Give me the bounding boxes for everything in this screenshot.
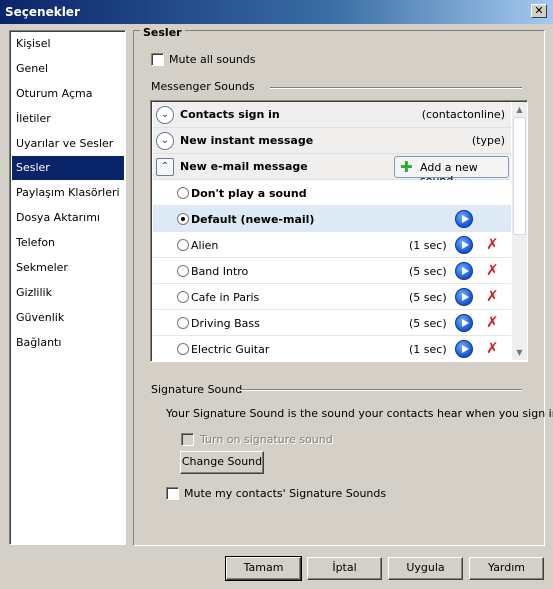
close-icon: ✕ — [534, 4, 544, 17]
nav-item-dosya-aktarimi[interactable]: Dosya Aktarımı — [12, 206, 124, 230]
sounds-scrollbar[interactable]: ▲ ▼ — [512, 102, 527, 360]
sound-duration: (1 sec) — [409, 343, 447, 356]
group-label: New e-mail message — [180, 160, 308, 173]
sound-duration: (5 sec) — [409, 291, 447, 304]
chevron-down-icon[interactable]: ⌄ — [156, 132, 174, 150]
sound-radio[interactable] — [177, 265, 189, 277]
group-current-sound: (contactonline) — [421, 108, 505, 121]
sound-name: Default (newe-mail) — [191, 213, 315, 226]
sound-option-row[interactable]: Alien (1 sec) ✗ — [153, 232, 511, 258]
sound-option-row[interactable]: Cafe in Paris (5 sec) ✗ — [153, 284, 511, 310]
plus-icon: ✚ — [400, 158, 413, 176]
sound-option-row[interactable]: Driving Bass (5 sec) ✗ — [153, 310, 511, 336]
sound-name: Cafe in Paris — [191, 291, 260, 304]
help-button[interactable]: Yardım — [469, 557, 544, 580]
sound-name: Alien — [191, 239, 219, 252]
nav-item-telefon[interactable]: Telefon — [12, 231, 124, 255]
category-list: Kişisel Genel Oturum Açma İletiler Uyarı… — [9, 30, 126, 545]
messenger-sounds-list: ⌄ Contacts sign in (contactonline) ⌄ New… — [150, 100, 528, 362]
sound-option-row[interactable]: Band Intro (5 sec) ✗ — [153, 258, 511, 284]
window-title: Seçenekler — [5, 5, 80, 19]
sound-duration: (5 sec) — [409, 265, 447, 278]
delete-icon[interactable]: ✗ — [486, 236, 502, 252]
sound-radio[interactable] — [177, 317, 189, 329]
play-icon[interactable] — [455, 314, 473, 332]
play-icon[interactable] — [455, 236, 473, 254]
mute-contacts-signature-checkbox[interactable] — [166, 487, 179, 500]
nav-item-kisisel[interactable]: Kişisel — [12, 32, 124, 56]
sound-name: Electric Guitar — [191, 343, 270, 356]
mute-contacts-signature-label[interactable]: Mute my contacts' Signature Sounds — [184, 487, 386, 500]
nav-item-iletiler[interactable]: İletiler — [12, 107, 124, 131]
mute-all-sounds-label[interactable]: Mute all sounds — [169, 53, 256, 66]
group-current-sound: (type) — [471, 134, 505, 147]
sound-option-row[interactable]: Don't play a sound — [153, 180, 511, 206]
group-label: Contacts sign in — [180, 108, 280, 121]
scroll-up-arrow-icon[interactable]: ▲ — [512, 102, 527, 117]
group-new-instant-message[interactable]: ⌄ New instant message (type) — [153, 128, 511, 154]
nav-item-sesler[interactable]: Sesler — [12, 156, 124, 180]
messenger-sounds-divider — [270, 87, 522, 89]
group-label: New instant message — [180, 134, 314, 147]
sound-radio[interactable] — [177, 343, 189, 355]
nav-item-sekmeler[interactable]: Sekmeler — [12, 256, 124, 280]
options-window: Seçenekler ✕ Kişisel Genel Oturum Açma İ… — [0, 0, 553, 589]
delete-icon[interactable]: ✗ — [486, 288, 502, 304]
ok-button[interactable]: Tamam — [225, 556, 302, 581]
chevron-up-icon[interactable]: ⌃ — [156, 158, 174, 176]
delete-icon[interactable]: ✗ — [486, 314, 502, 330]
signature-description: Your Signature Sound is the sound your c… — [166, 407, 553, 420]
sound-duration: (5 sec) — [409, 317, 447, 330]
group-new-email-message[interactable]: ⌃ New e-mail message ✚ Add a new sound — [153, 154, 511, 187]
play-icon[interactable] — [455, 340, 473, 358]
nav-item-genel[interactable]: Genel — [12, 57, 124, 81]
sound-name: Don't play a sound — [191, 187, 307, 200]
group-contacts-sign-in[interactable]: ⌄ Contacts sign in (contactonline) — [153, 102, 511, 128]
sound-name: Driving Bass — [191, 317, 260, 330]
nav-item-baglanti[interactable]: Bağlantı — [12, 331, 124, 355]
apply-button[interactable]: Uygula — [388, 557, 463, 580]
turn-on-signature-label: Turn on signature sound — [200, 433, 333, 446]
change-sound-button[interactable]: Change Sound — [180, 451, 264, 474]
nav-item-gizlilik[interactable]: Gizlilik — [12, 281, 124, 305]
cancel-button[interactable]: İptal — [307, 557, 382, 580]
nav-item-oturum-acma[interactable]: Oturum Açma — [12, 82, 124, 106]
play-icon[interactable] — [455, 262, 473, 280]
scroll-down-arrow-icon[interactable]: ▼ — [512, 345, 527, 360]
mute-all-sounds-checkbox[interactable] — [151, 53, 164, 66]
add-new-sound-button[interactable]: ✚ Add a new sound — [394, 156, 509, 187]
nav-item-guvenlik[interactable]: Güvenlik — [12, 306, 124, 330]
sound-duration: (1 sec) — [409, 239, 447, 252]
sound-radio[interactable] — [177, 291, 189, 303]
signature-sound-divider — [240, 389, 522, 391]
sound-radio[interactable] — [177, 187, 189, 199]
play-icon[interactable] — [455, 288, 473, 306]
sound-radio[interactable] — [177, 239, 189, 251]
play-icon[interactable] — [455, 210, 473, 228]
sound-option-row[interactable]: Default (newe-mail) — [153, 206, 511, 232]
nav-item-uyarilar-ve-sesler[interactable]: Uyarılar ve Sesler — [12, 132, 124, 156]
sound-name: Band Intro — [191, 265, 249, 278]
scroll-thumb[interactable] — [513, 117, 526, 235]
delete-icon[interactable]: ✗ — [486, 262, 502, 278]
sound-option-row[interactable]: Electric Guitar (1 sec) ✗ — [153, 336, 511, 361]
chevron-down-icon[interactable]: ⌄ — [156, 106, 174, 124]
messenger-sounds-label: Messenger Sounds — [151, 80, 255, 93]
title-bar[interactable]: Seçenekler ✕ — [0, 0, 553, 24]
nav-item-paylasim-klasorleri[interactable]: Paylaşım Klasörleri — [12, 181, 124, 205]
close-button[interactable]: ✕ — [531, 4, 547, 18]
turn-on-signature-checkbox[interactable] — [181, 433, 194, 446]
section-title: Sesler — [140, 26, 185, 39]
sound-radio[interactable] — [177, 213, 189, 225]
delete-icon[interactable]: ✗ — [486, 340, 502, 356]
signature-sound-label: Signature Sound — [151, 383, 243, 396]
